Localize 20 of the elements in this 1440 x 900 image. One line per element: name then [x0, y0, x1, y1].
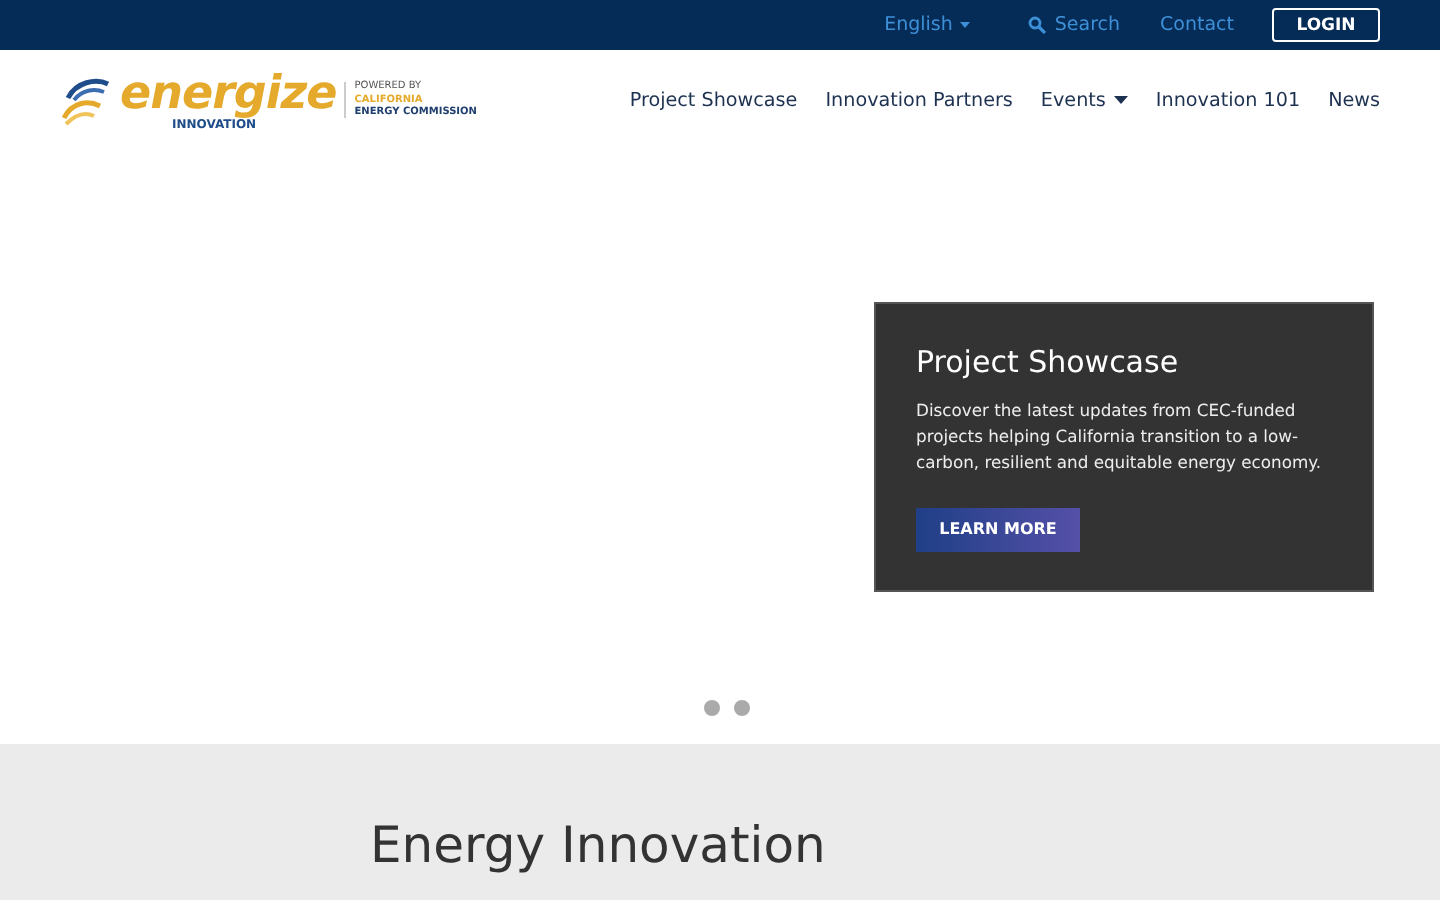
login-button[interactable]: LOGIN [1272, 8, 1380, 42]
contact-link[interactable]: Contact [1160, 14, 1234, 36]
card-title: Project Showcase [916, 344, 1181, 380]
nav-link[interactable]: Project Showcase [629, 89, 798, 111]
search-icon [1028, 16, 1047, 34]
card-description: Discover the latest updates from CEC-funded projects helping California transition to a low-carbon, resilient and equitable energy economy. [916, 398, 1324, 476]
nav-link[interactable]: News [1328, 89, 1380, 111]
nav-link[interactable]: Events [1040, 89, 1128, 111]
section-heading: Energy Innovation [370, 816, 828, 874]
caret-icon [1113, 96, 1128, 104]
carousel-dot[interactable] [733, 700, 749, 716]
search-link[interactable]: Search [1028, 14, 1121, 36]
caret-icon [960, 22, 971, 28]
nav-link[interactable]: Innovation 101 [1155, 89, 1301, 111]
nav-link[interactable]: Innovation Partners [825, 89, 1013, 111]
learn-more-button[interactable]: LEARN MORE [916, 507, 1080, 551]
logo-swirl-icon [60, 74, 112, 126]
logo-wordmark: energize [120, 68, 337, 120]
carousel-dot[interactable] [703, 700, 719, 716]
language-selector[interactable]: English [884, 14, 971, 36]
